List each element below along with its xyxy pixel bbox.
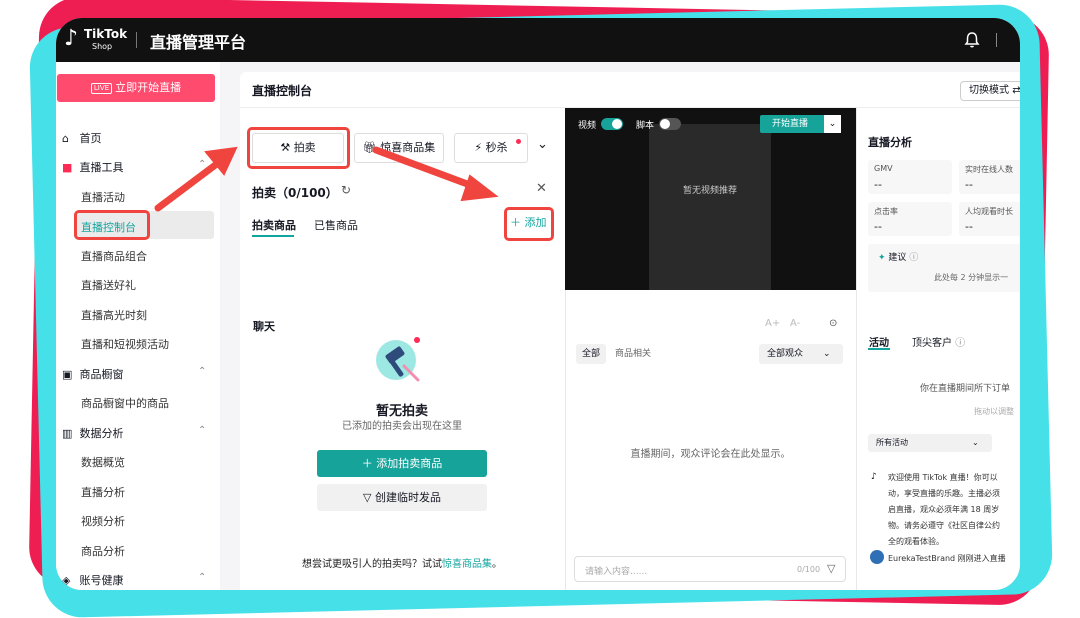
arrow-to-auction	[154, 156, 226, 212]
annotation-arrows	[154, 146, 499, 212]
arrow-head-add	[460, 174, 499, 202]
arrow-to-add	[372, 146, 482, 192]
